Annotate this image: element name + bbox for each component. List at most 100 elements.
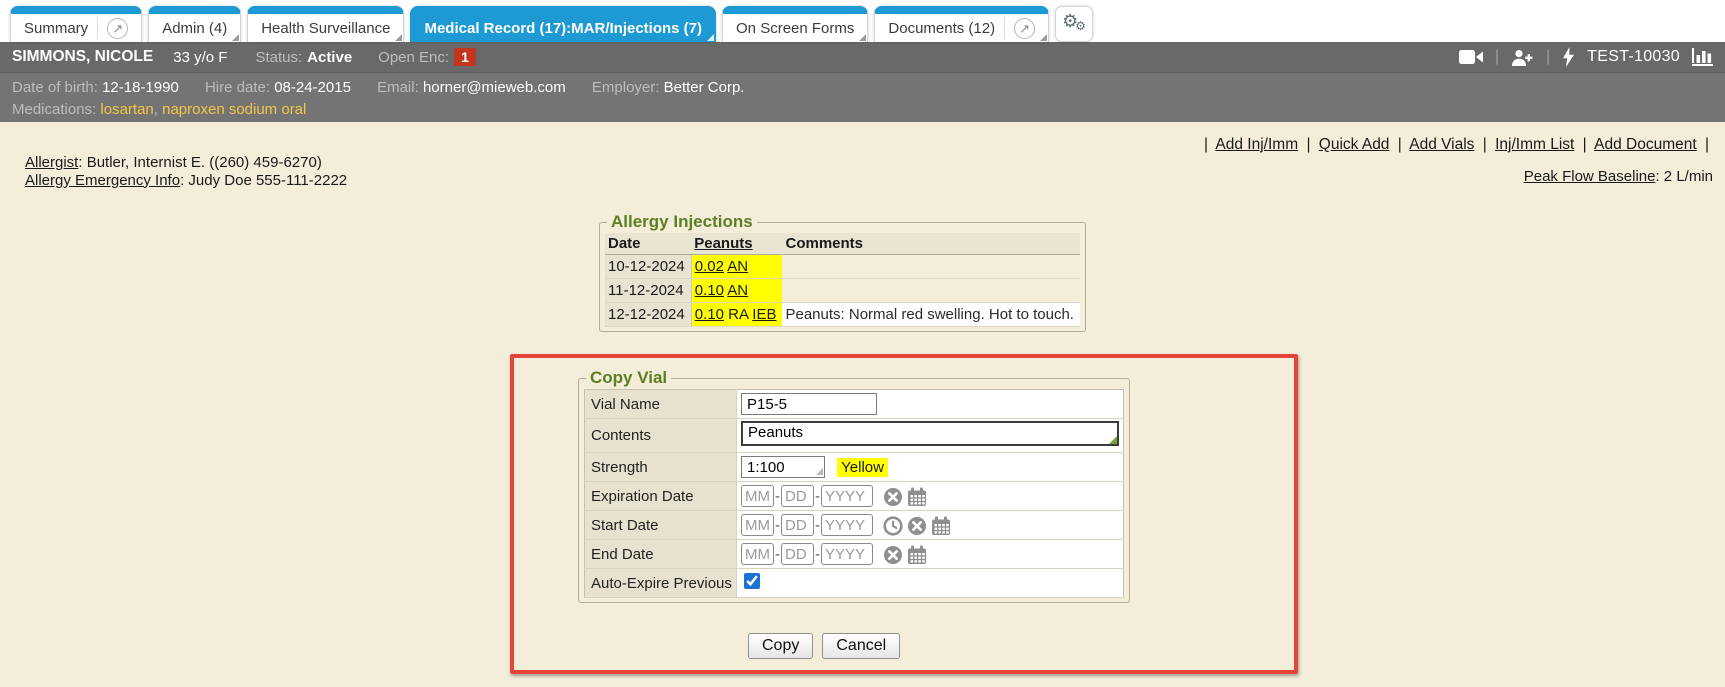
peak-flow-baseline: Peak Flow Baseline: 2 L/min — [1524, 168, 1713, 185]
date-dash: - — [815, 546, 820, 563]
tab-health-surveillance-label: Health Surveillance — [261, 20, 390, 37]
patient-name: SIMMONS, NICOLE — [12, 48, 153, 66]
cancel-button[interactable]: Cancel — [822, 633, 900, 659]
employer-label: Employer: — [592, 79, 660, 96]
add-vials-link[interactable]: Add Vials — [1409, 136, 1474, 153]
auto-expire-label: Auto-Expire Previous — [585, 569, 737, 598]
add-inj-imm-link[interactable]: Add Inj/Imm — [1215, 136, 1298, 153]
calendar-icon[interactable] — [931, 516, 951, 536]
tab-summary-label: Summary — [24, 20, 88, 37]
medication-link[interactable]: losartan — [100, 101, 153, 118]
tab-medical-record[interactable]: Medical Record (17):MAR/Injections (7) — [410, 6, 716, 42]
injection-dose-cell: 0.10 AN — [691, 279, 782, 303]
bar-chart-icon[interactable] — [1692, 48, 1713, 66]
contents-textarea[interactable]: Peanuts — [741, 421, 1119, 446]
open-enc-badge[interactable]: 1 — [454, 48, 476, 66]
strength-color-note: Yellow — [837, 458, 888, 477]
dob-value: 12-18-1990 — [102, 79, 179, 96]
injection-date: 10-12-2024 — [605, 255, 691, 279]
table-row: 11-12-2024 0.10 AN — [605, 279, 1080, 303]
start-day-input[interactable] — [781, 514, 814, 536]
clear-circle-icon[interactable] — [883, 487, 903, 507]
date-dash: - — [815, 517, 820, 534]
end-day-input[interactable] — [781, 543, 814, 565]
expiration-month-input[interactable] — [741, 485, 774, 507]
code-link[interactable]: AN — [727, 258, 748, 275]
medications-row: Medications: losartan, naproxen sodium o… — [12, 99, 1713, 121]
hire-date-label: Hire date: — [205, 79, 270, 96]
quick-links: | Add Inj/Imm | Quick Add | Add Vials | … — [1200, 136, 1713, 154]
allergist-link[interactable]: Allergist — [25, 154, 78, 171]
lightning-bolt-icon[interactable] — [1562, 47, 1575, 67]
settings-gears-icon[interactable]: ⚙⚙ — [1055, 6, 1093, 42]
injection-dose-cell: 0.02 AN — [691, 255, 782, 279]
divider: | — [1495, 48, 1499, 66]
divider: | — [1546, 48, 1550, 66]
vial-name-label: Vial Name — [585, 390, 737, 419]
quick-add-link[interactable]: Quick Add — [1319, 136, 1390, 153]
clock-icon[interactable] — [883, 516, 903, 536]
auto-expire-checkbox[interactable] — [744, 573, 760, 589]
strength-input[interactable] — [741, 456, 825, 478]
start-date-label: Start Date — [585, 511, 737, 540]
form-row-contents: Contents Peanuts — [585, 419, 1124, 453]
tab-health-surveillance[interactable]: Health Surveillance — [247, 6, 404, 42]
copy-vial-form: Vial Name Contents Peanuts Strength Yell… — [584, 389, 1124, 598]
tab-on-screen-forms[interactable]: On Screen Forms — [722, 6, 868, 42]
end-month-input[interactable] — [741, 543, 774, 565]
email-value: horner@mieweb.com — [423, 79, 566, 96]
form-row-start-date: Start Date - - — [585, 511, 1124, 540]
expiration-year-input[interactable] — [821, 485, 873, 507]
external-arrow-icon[interactable]: ↗ — [107, 18, 128, 39]
injection-date: 11-12-2024 — [605, 279, 691, 303]
vial-name-input[interactable] — [741, 393, 877, 415]
main-content: | Add Inj/Imm | Quick Add | Add Vials | … — [0, 122, 1725, 687]
copy-button[interactable]: Copy — [748, 633, 813, 659]
add-person-icon[interactable] — [1511, 49, 1534, 66]
tab-documents[interactable]: Documents (12) ↗ — [874, 6, 1049, 42]
code-link[interactable]: IEB — [752, 306, 776, 323]
start-month-input[interactable] — [741, 514, 774, 536]
date-dash: - — [775, 517, 780, 534]
demographics-row: Date of birth: 12-18-1990 Hire date: 08-… — [12, 77, 1713, 99]
tab-divider — [1004, 17, 1005, 39]
external-arrow-icon[interactable]: ↗ — [1014, 18, 1035, 39]
code-plain: RA — [728, 306, 748, 323]
video-camera-icon[interactable] — [1459, 49, 1483, 65]
start-year-input[interactable] — [821, 514, 873, 536]
expiration-day-input[interactable] — [781, 485, 814, 507]
allergy-injections-title: Allergy Injections — [607, 212, 757, 232]
tab-summary[interactable]: Summary ↗ — [10, 6, 142, 42]
calendar-icon[interactable] — [907, 545, 927, 565]
dose-link[interactable]: 0.02 — [695, 258, 724, 275]
link-separator: | — [1705, 136, 1709, 153]
date-dash: - — [775, 488, 780, 505]
peak-flow-baseline-value: : 2 L/min — [1655, 168, 1713, 185]
patient-info-bar: Date of birth: 12-18-1990 Hire date: 08-… — [0, 72, 1725, 122]
tab-admin[interactable]: Admin (4) — [148, 6, 241, 42]
clear-circle-icon[interactable] — [883, 545, 903, 565]
status-value: Active — [307, 49, 352, 66]
medication-separator: , — [154, 101, 158, 118]
allergy-emergency-info-value: : Judy Doe 555-111-2222 — [180, 172, 347, 189]
end-date-label: End Date — [585, 540, 737, 569]
medication-link[interactable]: naproxen sodium oral — [162, 101, 306, 118]
peak-flow-baseline-link[interactable]: Peak Flow Baseline — [1524, 168, 1656, 185]
expiration-date-label: Expiration Date — [585, 482, 737, 511]
clear-circle-icon[interactable] — [907, 516, 927, 536]
tab-medical-record-label: Medical Record (17):MAR/Injections (7) — [424, 20, 702, 37]
inj-imm-list-link[interactable]: Inj/Imm List — [1495, 136, 1574, 153]
calendar-icon[interactable] — [907, 487, 927, 507]
open-enc-label: Open Enc: — [378, 49, 449, 66]
copy-vial-title: Copy Vial — [586, 368, 671, 388]
injection-comment — [782, 279, 1079, 303]
peanuts-column-link[interactable]: Peanuts — [694, 235, 752, 252]
end-year-input[interactable] — [821, 543, 873, 565]
allergy-emergency-info-link[interactable]: Allergy Emergency Info — [25, 172, 180, 189]
allergy-contacts: Allergist: Butler, Internist E. ((260) 4… — [25, 154, 347, 189]
dose-link[interactable]: 0.10 — [695, 306, 724, 323]
add-document-link[interactable]: Add Document — [1594, 136, 1697, 153]
dose-link[interactable]: 0.10 — [695, 282, 724, 299]
code-link[interactable]: AN — [727, 282, 748, 299]
copy-vial-dialog: Copy Vial Vial Name Contents Peanuts Str… — [578, 368, 1130, 603]
